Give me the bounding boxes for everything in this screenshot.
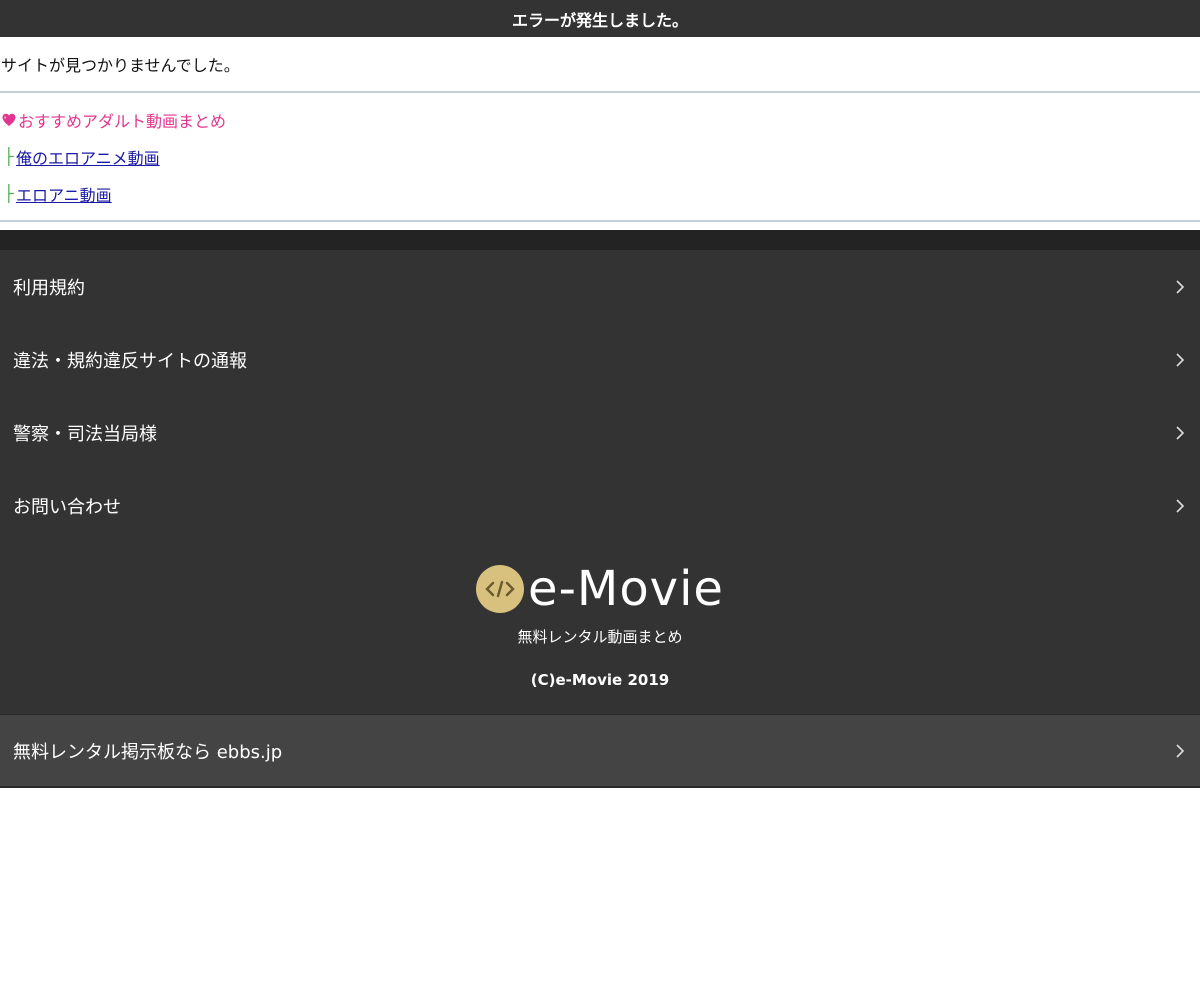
recommendation-link-ero-ani[interactable]: エロアニ動画 [16, 182, 112, 206]
chevron-right-icon [1176, 498, 1185, 513]
list-item: ├ 俺のエロアニメ動画 [0, 145, 1200, 169]
chevron-right-icon [1176, 743, 1185, 758]
footer-link-terms[interactable]: 利用規約 [0, 250, 1200, 323]
footer-top-band [0, 230, 1200, 250]
section-spacer [0, 222, 1200, 230]
brand-block: e-Movie 無料レンタル動画まとめ (C)e-Movie 2019 [0, 542, 1200, 714]
logo-text: e-Movie [528, 561, 724, 617]
list-item: ├ エロアニ動画 [0, 182, 1200, 206]
recommendation-link-ore-no-ero-anime[interactable]: 俺のエロアニメ動画 [16, 145, 160, 169]
recommendation-title: おすすめアダルト動画まとめ [0, 109, 1200, 131]
chevron-right-icon [1176, 425, 1185, 440]
footer-link-label: 違法・規約違反サイトの通報 [13, 350, 247, 372]
copyright: (C)e-Movie 2019 [530, 671, 670, 689]
code-brackets-icon [485, 580, 515, 598]
footer-link-report[interactable]: 違法・規約違反サイトの通報 [0, 323, 1200, 396]
heart-icon [2, 113, 16, 126]
footer: 利用規約 違法・規約違反サイトの通報 警察・司法当局様 お問い合わせ e-Mov… [0, 230, 1200, 788]
footer-link-label: 利用規約 [13, 277, 85, 299]
page-title: エラーが発生しました。 [511, 10, 688, 30]
footer-link-law-enforcement[interactable]: 警察・司法当局様 [0, 396, 1200, 469]
logo[interactable]: e-Movie [0, 561, 1200, 617]
chevron-right-icon [1176, 352, 1185, 367]
error-message: サイトが見つかりませんでした。 [0, 37, 1200, 93]
code-icon [476, 565, 525, 613]
ebbs-promo-link[interactable]: 無料レンタル掲示板なら ebbs.jp [0, 714, 1200, 788]
chevron-right-icon [1176, 279, 1185, 294]
tree-branch-icon: ├ [4, 147, 14, 166]
error-header: エラーが発生しました。 [0, 0, 1200, 37]
error-message-text: サイトが見つかりませんでした。 [1, 56, 240, 75]
logo-wordmark: e-Movie [528, 561, 724, 617]
ebbs-promo-label: 無料レンタル掲示板なら ebbs.jp [13, 741, 283, 763]
footer-link-label: お問い合わせ [13, 496, 121, 518]
footer-link-label: 警察・司法当局様 [13, 423, 157, 445]
footer-link-contact[interactable]: お問い合わせ [0, 469, 1200, 542]
recommendation-title-text: おすすめアダルト動画まとめ [18, 112, 227, 131]
recommendation-section: おすすめアダルト動画まとめ ├ 俺のエロアニメ動画 ├ エロアニ動画 [0, 93, 1200, 222]
tagline: 無料レンタル動画まとめ [517, 628, 683, 646]
tree-branch-icon: ├ [4, 184, 14, 203]
